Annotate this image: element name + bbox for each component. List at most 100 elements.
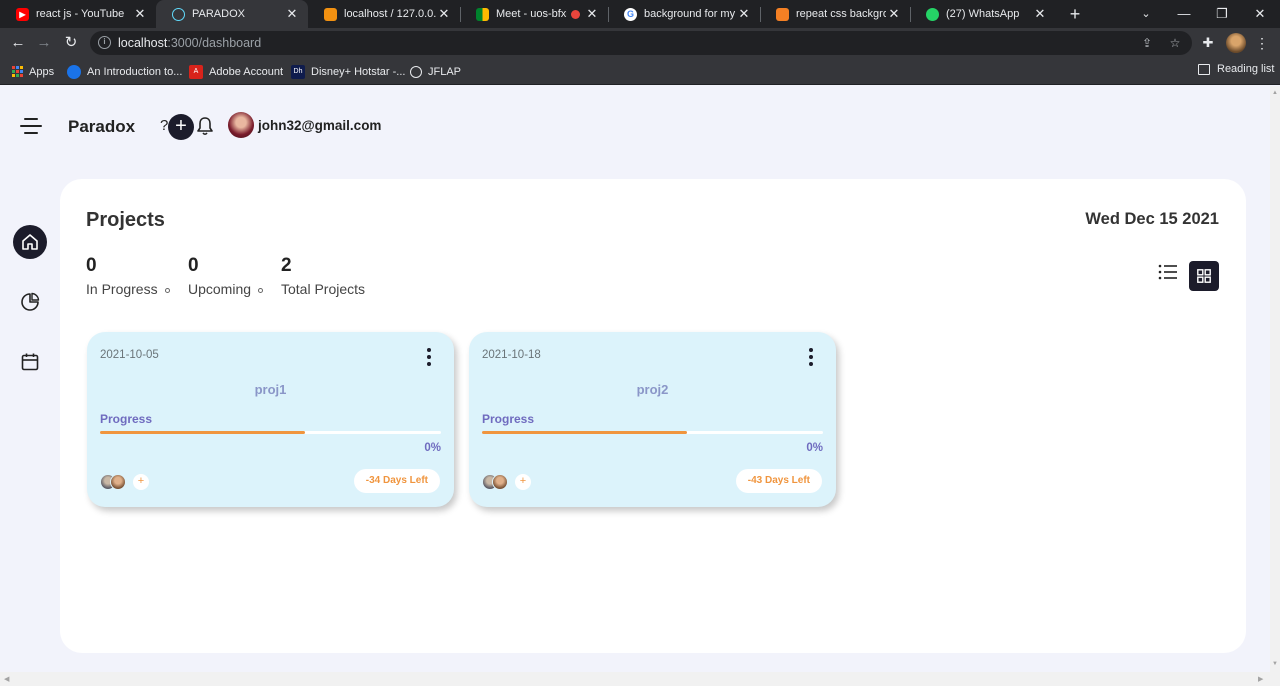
calendar-icon	[21, 353, 39, 371]
bookmark-adobe[interactable]: A Adobe Account	[189, 63, 283, 80]
tab-paradox[interactable]: PARADOX ✕	[156, 0, 308, 28]
app-page: Paradox ? + john32@gmail.com Projects We…	[0, 86, 1270, 672]
browser-tab-strip: ▶ react js - YouTube ✕ PARADOX ✕ localho…	[0, 0, 1280, 28]
scroll-right-icon[interactable]: ▶	[1258, 675, 1263, 683]
reading-list-button[interactable]: Reading list	[1198, 63, 1274, 75]
bookmark-label: JFLAP	[428, 65, 462, 78]
tab-google[interactable]: G background for my w ✕	[608, 0, 760, 28]
tab-search-icon[interactable]: ⌄	[1126, 0, 1166, 28]
progress-bar-fill	[482, 431, 687, 434]
close-tab-icon[interactable]: ✕	[886, 6, 902, 22]
tab-youtube[interactable]: ▶ react js - YouTube ✕	[0, 0, 156, 28]
reload-icon[interactable]: ↻	[61, 33, 81, 53]
project-card[interactable]: 2021-10-05 proj1 Progress 0% + -34 Days …	[87, 332, 454, 507]
close-tab-icon[interactable]: ✕	[132, 6, 148, 22]
site-info-icon[interactable]: i	[98, 36, 111, 49]
member-avatars[interactable]	[482, 474, 510, 490]
new-tab-button[interactable]: +	[1064, 3, 1086, 25]
stat-total-projects[interactable]: 2 Total Projects	[281, 255, 365, 297]
share-icon[interactable]: ⇪	[1140, 36, 1154, 50]
grid-view-button[interactable]	[1189, 261, 1219, 291]
tab-meet[interactable]: Meet - uos-bfxi-ji ✕	[460, 0, 608, 28]
bookmark-label: Disney+ Hotstar -...	[311, 65, 406, 78]
globe-icon	[410, 65, 422, 78]
list-view-icon[interactable]	[1157, 261, 1179, 283]
back-icon[interactable]: ←	[8, 33, 28, 53]
google-meet-icon	[476, 7, 489, 21]
menu-toggle-icon[interactable]	[20, 118, 42, 134]
vertical-scrollbar[interactable]: ▲ ▼	[1270, 86, 1280, 672]
maximize-icon[interactable]: ❐	[1202, 0, 1242, 28]
scroll-left-icon[interactable]: ◀	[4, 675, 9, 683]
close-tab-icon[interactable]: ✕	[584, 6, 600, 22]
address-bar[interactable]: i localhost:3000/dashboard ⇪ ☆	[90, 31, 1192, 55]
pie-chart-icon	[21, 292, 40, 311]
close-tab-icon[interactable]: ✕	[736, 6, 752, 22]
url-text[interactable]: localhost:3000/dashboard	[118, 36, 261, 50]
days-left-badge: -43 Days Left	[735, 469, 822, 493]
sidebar-home[interactable]	[13, 225, 47, 259]
member-avatar	[492, 474, 508, 490]
project-card[interactable]: 2021-10-18 proj2 Progress 0% + -43 Days …	[469, 332, 836, 507]
tab-whatsapp[interactable]: (27) WhatsApp ✕	[910, 0, 1056, 28]
reading-list-icon	[1198, 63, 1210, 75]
scroll-down-icon[interactable]: ▼	[1272, 661, 1278, 667]
stat-in-progress[interactable]: 0 In Progress	[86, 255, 170, 297]
notification-bell-icon[interactable]	[196, 116, 214, 136]
add-member-button[interactable]: +	[515, 474, 531, 490]
bookmark-introduction[interactable]: An Introduction to...	[67, 63, 182, 80]
bookmarks-bar: Apps An Introduction to... A Adobe Accou…	[0, 58, 1280, 85]
project-date: 2021-10-18	[482, 349, 541, 361]
progress-bar	[482, 431, 823, 434]
project-date: 2021-10-05	[100, 349, 159, 361]
user-email[interactable]: john32@gmail.com	[258, 118, 381, 133]
close-tab-icon[interactable]: ✕	[1032, 6, 1048, 22]
progress-bar	[100, 431, 441, 434]
phpmyadmin-icon	[324, 7, 337, 21]
page-title: Projects	[86, 209, 165, 231]
bookmark-star-icon[interactable]: ☆	[1168, 36, 1182, 50]
google-icon: G	[624, 7, 637, 21]
stat-value: 0	[86, 255, 97, 276]
tab-title: background for my w	[644, 8, 736, 20]
forward-icon[interactable]: →	[34, 33, 54, 53]
scroll-up-icon[interactable]: ▲	[1272, 90, 1278, 96]
react-icon	[172, 7, 185, 21]
profile-avatar-icon[interactable]	[1226, 33, 1246, 53]
close-tab-icon[interactable]: ✕	[436, 6, 452, 22]
add-member-button[interactable]: +	[133, 474, 149, 490]
current-date: Wed Dec 15 2021	[1085, 210, 1219, 228]
days-left-badge: -34 Days Left	[353, 469, 440, 493]
bookmark-apps[interactable]: Apps	[12, 63, 54, 80]
bookmark-label: Adobe Account	[209, 65, 284, 78]
bookmark-hotstar[interactable]: Dh Disney+ Hotstar -...	[291, 63, 405, 80]
bookmark-jflap[interactable]: JFLAP	[410, 63, 461, 80]
youtube-icon: ▶	[16, 7, 29, 21]
minimize-icon[interactable]: —	[1164, 0, 1204, 28]
stat-value: 2	[281, 255, 292, 276]
stat-upcoming[interactable]: 0 Upcoming	[188, 255, 264, 297]
project-name[interactable]: proj2	[469, 382, 836, 397]
sidebar-calendar[interactable]	[13, 345, 47, 379]
project-name[interactable]: proj1	[87, 382, 454, 397]
progress-bar-fill	[100, 431, 305, 434]
close-window-icon[interactable]: ✕	[1240, 0, 1280, 28]
extensions-icon[interactable]: ✚	[1198, 33, 1218, 53]
tab-stackoverflow[interactable]: repeat css backgroun ✕	[760, 0, 910, 28]
home-icon	[22, 234, 38, 250]
add-project-button[interactable]: +	[168, 114, 194, 140]
close-tab-icon[interactable]: ✕	[284, 6, 300, 22]
projects-panel: Projects Wed Dec 15 2021 0 In Progress 0…	[60, 179, 1246, 653]
browser-menu-icon[interactable]: ⋮	[1252, 33, 1272, 53]
more-options-icon[interactable]	[808, 348, 814, 366]
user-avatar[interactable]	[228, 112, 254, 138]
reading-list-label: Reading list	[1217, 63, 1275, 75]
tab-phpmyadmin[interactable]: localhost / 127.0.0.1 / ✕	[308, 0, 460, 28]
horizontal-scrollbar[interactable]: ◀ ▶	[0, 672, 1280, 686]
progress-percent: 0%	[806, 442, 823, 454]
sidebar-analytics[interactable]	[13, 285, 47, 319]
bookmark-globe-icon	[67, 64, 81, 79]
member-avatars[interactable]	[100, 474, 128, 490]
tab-title: react js - YouTube	[36, 8, 125, 20]
more-options-icon[interactable]	[426, 348, 432, 366]
